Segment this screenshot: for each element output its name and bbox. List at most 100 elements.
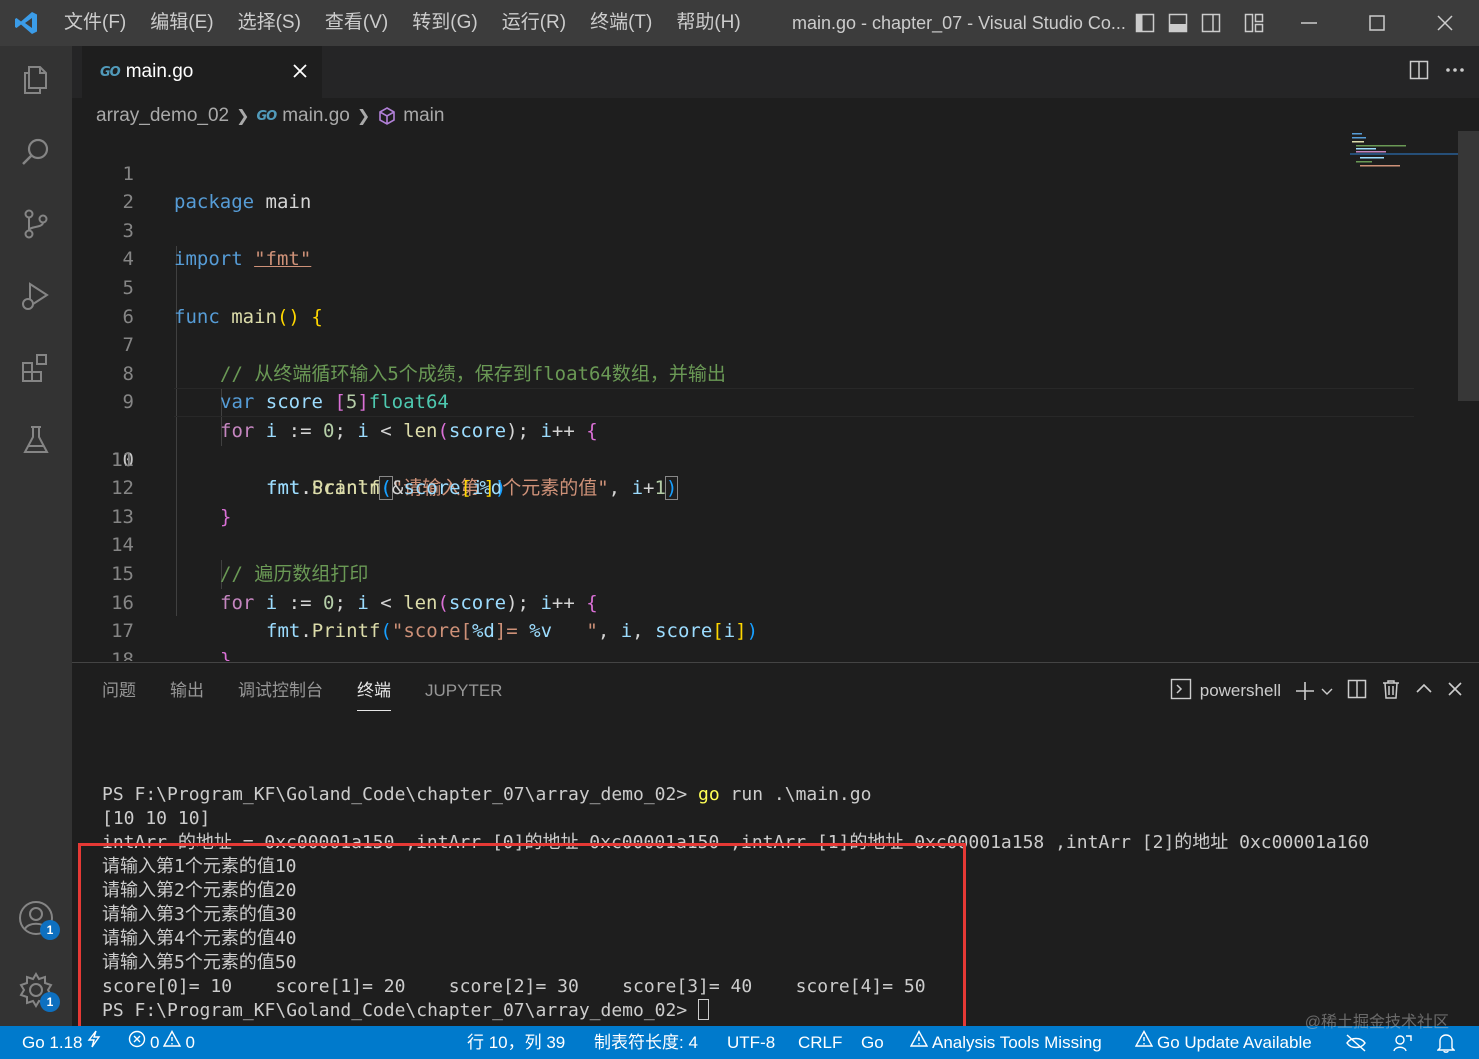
split-terminal-icon[interactable] [1347,679,1367,704]
breadcrumb-file[interactable]: main.go [282,105,350,127]
code-line: 19 [72,646,1458,661]
split-editor-icon[interactable] [1409,60,1429,85]
code-line: 8 var score [5]float64 [72,331,1458,414]
search-icon[interactable] [0,120,72,184]
new-terminal-icon[interactable] [1295,681,1333,701]
status-tab-size[interactable]: 制表符长度: 4 [594,1026,698,1059]
tab-problems[interactable]: 问题 [102,679,136,711]
code-line: 13 [72,474,1458,528]
vscode-logo-icon[interactable] [0,0,52,46]
warning-icon [909,1026,929,1059]
go-file-icon: GO [100,64,121,80]
toggle-secondary-sidebar-icon[interactable] [1194,0,1227,46]
editor-actions [1409,46,1465,98]
code-line: 6 [72,274,1458,328]
breadcrumb-folder[interactable]: array_demo_02 [96,105,229,127]
menu-run[interactable]: 运行(R) [490,0,578,46]
close-tab-icon[interactable] [288,59,312,83]
customize-layout-icon[interactable] [1237,0,1270,46]
close-panel-icon[interactable] [1447,681,1463,702]
editor-scrollbar-thumb[interactable] [1458,131,1479,401]
settings-badge: 1 [40,992,60,1012]
window-controls [1275,0,1479,46]
chevron-right-icon: ❯ [236,108,250,125]
explorer-icon[interactable] [0,48,72,112]
code-line: 12 } [72,446,1458,528]
tab-output[interactable]: 输出 [170,679,204,711]
title-bar: 文件(F) 编辑(E) 选择(S) 查看(V) 转到(G) 运行(R) 终端(T… [0,0,1479,46]
activity-bar: 1 1 [0,46,72,1026]
menu-terminal[interactable]: 终端(T) [578,0,664,46]
tab-jupyter[interactable]: JUPYTER [425,679,502,711]
kill-terminal-icon[interactable] [1381,679,1401,704]
code-line: 17 } [72,589,1458,661]
more-actions-icon[interactable] [1445,60,1465,85]
code-line: 16 fmt.Printf("score[%d]= %v ", i, score… [72,560,1458,643]
go-file-icon: GO [256,108,278,124]
toggle-primary-sidebar-icon[interactable] [1128,0,1161,46]
window-title: main.go - chapter_07 - Visual Studio Co.… [792,13,1126,33]
code-editor[interactable]: 1 package main 2 3 import "fmt" 4 5 func… [72,131,1458,661]
panel-actions: powershell [1170,677,1463,705]
tab-debug-console[interactable]: 调试控制台 [238,679,323,711]
toggle-panel-icon[interactable] [1161,0,1194,46]
status-go-update[interactable]: Go Update Available [1134,1026,1312,1059]
minimap[interactable] [1350,131,1458,191]
status-problems[interactable]: 0 0 [128,1026,195,1059]
tab-label: main.go [125,61,194,82]
accounts-icon[interactable]: 1 [0,886,72,950]
chevron-right-icon: ❯ [356,108,371,125]
lightning-icon [87,1026,101,1059]
menu-go[interactable]: 转到(G) [400,0,489,46]
editor-tabs-bar: GO main.go [72,46,1479,98]
warning-icon [1134,1026,1154,1059]
current-line-highlight [174,388,1414,417]
close-window-icon[interactable] [1411,0,1479,46]
code-line: 11 fmt.Scanln(&score[i]) [72,417,1458,500]
testing-icon[interactable] [0,408,72,472]
code-line: 15 for i := 0; i < len(score); i++ { [72,531,1458,614]
status-bar: Go 1.18 0 0 行 10，列 39 制表符长度: 4 UTF-8 CRL… [0,1026,1479,1059]
menu-edit[interactable]: 编辑(E) [138,0,225,46]
tab-main-go[interactable]: GO main.go [82,46,322,98]
status-language[interactable]: Go [861,1026,884,1059]
terminal-line: [10 10 10] [102,808,211,829]
code-line: 3 import "fmt" [72,188,1458,271]
menu-file[interactable]: 文件(F) [52,0,138,46]
maximize-icon[interactable] [1343,0,1411,46]
terminal-icon [1170,678,1192,705]
error-icon [128,1026,146,1059]
layout-controls [1128,0,1270,46]
code-line: 9 for i := 0; i < len(score); i++ { [72,360,1458,442]
minimize-icon[interactable] [1275,0,1343,46]
code-line: 18 } [72,617,1458,661]
code-line: 14 // 遍历数组打印 [72,503,1458,585]
code-line: 5 func main() { [72,245,1458,328]
breadcrumb-symbol[interactable]: main [403,105,444,127]
code-line: 7 // 从终端循环输入5个成绩，保存到float64数组，并输出 [72,303,1458,385]
terminal-select[interactable]: powershell [1170,678,1281,705]
status-go-version[interactable]: Go 1.18 [22,1026,101,1059]
status-eol[interactable]: CRLF [798,1026,842,1059]
maximize-panel-icon[interactable] [1415,680,1433,703]
run-debug-icon[interactable] [0,264,72,328]
manage-gear-icon[interactable]: 1 [0,958,72,1022]
source-control-icon[interactable] [0,192,72,256]
accounts-badge: 1 [40,920,60,940]
menu-view[interactable]: 查看(V) [313,0,400,46]
menu-help[interactable]: 帮助(H) [664,0,752,46]
extensions-icon[interactable] [0,336,72,400]
menu-bar: 文件(F) 编辑(E) 选择(S) 查看(V) 转到(G) 运行(R) 终端(T… [52,0,753,46]
code-line: 2 [72,160,1458,213]
code-line: 4 [72,217,1458,270]
status-cursor-position[interactable]: 行 10，列 39 [467,1026,565,1059]
tab-terminal[interactable]: 终端 [357,679,391,711]
status-encoding[interactable]: UTF-8 [727,1026,775,1059]
code-line: 1 package main [72,131,1458,214]
symbol-method-icon [377,106,397,126]
panel-tabs: 问题 输出 调试控制台 终端 JUPYTER [102,679,502,711]
status-analysis-tools[interactable]: Analysis Tools Missing [909,1026,1102,1059]
breadcrumb: array_demo_02 ❯ GO main.go ❯ main [96,100,444,132]
menu-selection[interactable]: 选择(S) [226,0,313,46]
highlight-annotation-box [78,843,966,1053]
